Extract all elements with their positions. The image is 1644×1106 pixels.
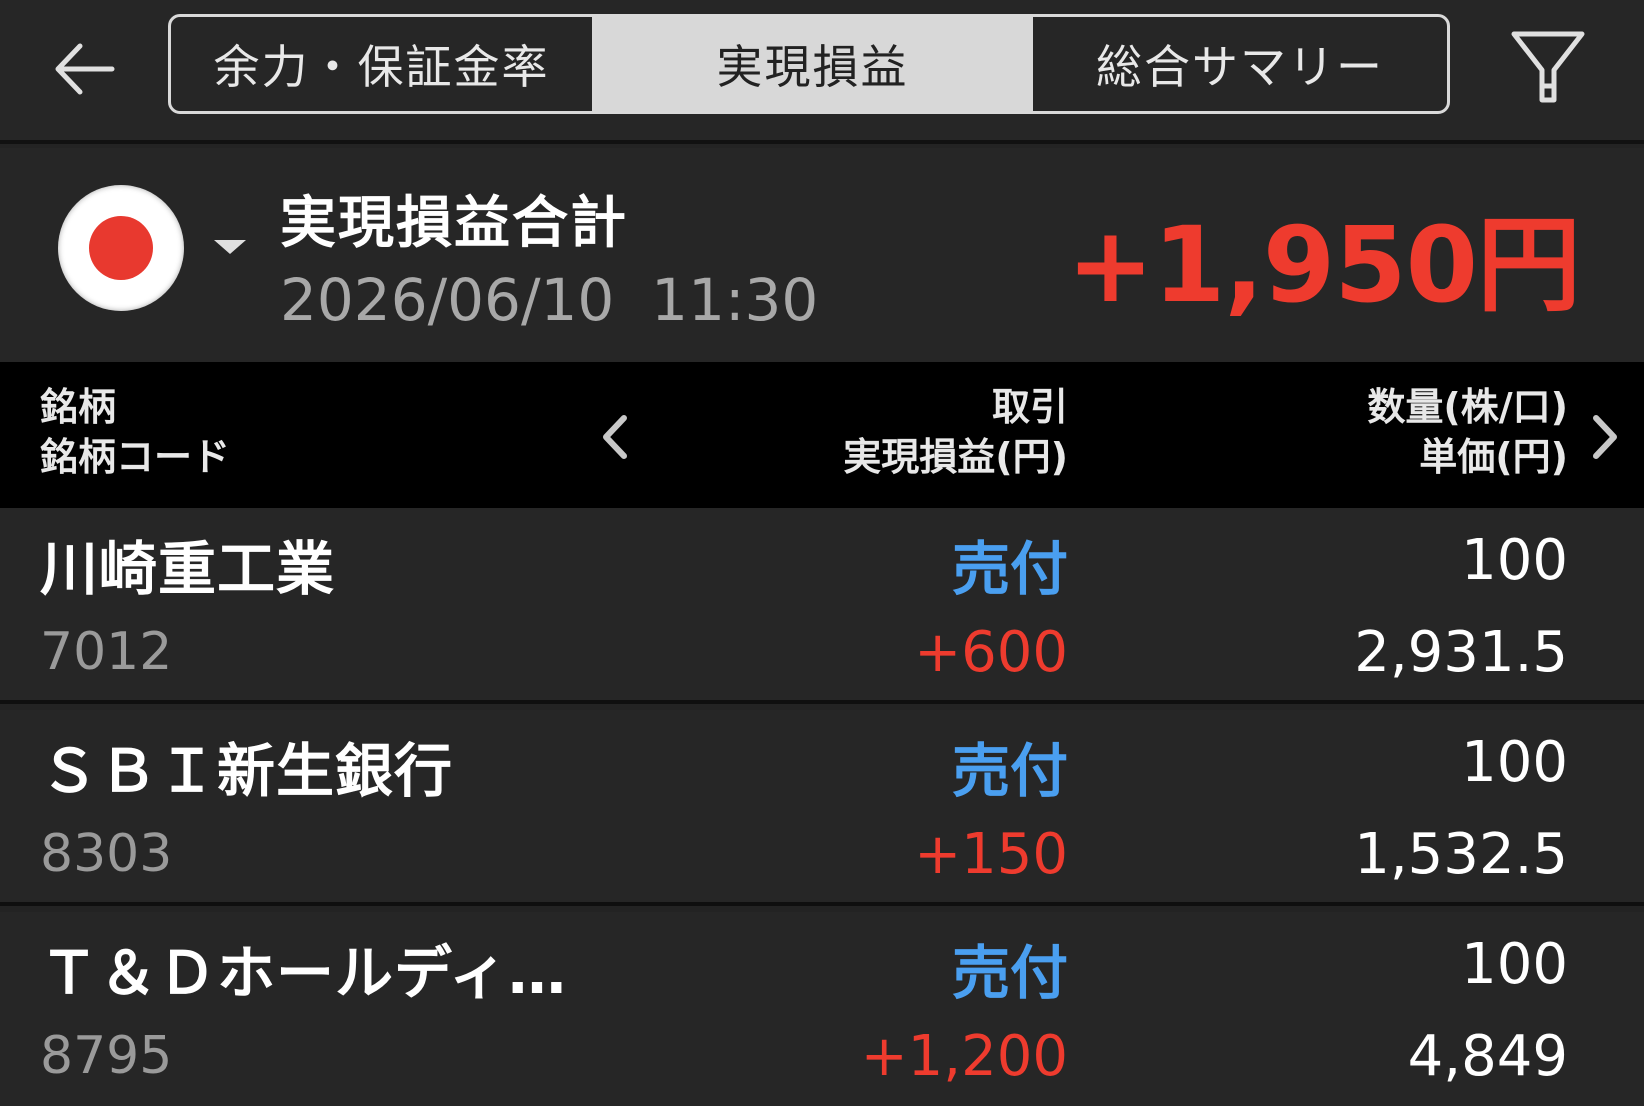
column-header-stock: 銘柄 銘柄コード (40, 382, 230, 482)
summary-total-value: +1,950円 (1066, 204, 1581, 326)
tab-margin-ratio[interactable]: 余力・保証金率 (171, 17, 595, 111)
column-header-quantity: 数量(株/口) 単価(円) (1367, 382, 1568, 482)
japan-flag-icon[interactable] (58, 185, 184, 311)
quantity: 100 (1461, 730, 1568, 795)
trade-type: 売付 (951, 939, 1068, 1007)
table-row[interactable]: 川崎重工業 7012 売付 +600 100 2,931.5 (0, 508, 1644, 704)
header-trade-type: 取引 (991, 385, 1068, 429)
stock-name: 川崎重工業 (40, 535, 336, 603)
chevron-right-icon[interactable] (1588, 412, 1622, 466)
realized-pl: +150 (914, 822, 1068, 887)
realized-pl-summary: 実現損益合計 2026/06/10 11:30 +1,950円 (0, 148, 1644, 362)
header-quantity: 数量(株/口) (1367, 385, 1568, 429)
unit-price: 1,532.5 (1354, 822, 1568, 887)
back-arrow-icon (55, 43, 115, 95)
header-stock-name: 銘柄 (40, 385, 117, 429)
filter-icon (1511, 31, 1585, 103)
trade-type: 売付 (951, 737, 1068, 805)
quantity: 100 (1461, 932, 1568, 997)
realized-pl: +1,200 (860, 1024, 1068, 1089)
top-bar: 余力・保証金率 実現損益 総合サマリー (0, 0, 1644, 144)
table-header: 銘柄 銘柄コード 取引 実現損益(円) 数量(株/口) 単価(円) (0, 362, 1644, 508)
unit-price: 4,849 (1407, 1024, 1568, 1089)
chevron-left-icon[interactable] (598, 412, 632, 466)
market-dropdown-caret-icon[interactable] (214, 240, 246, 254)
quantity: 100 (1461, 528, 1568, 593)
tab-realized-pl[interactable]: 実現損益 (595, 17, 1030, 111)
stock-name: Ｔ＆Ｄホールディ… (40, 939, 567, 1007)
unit-price: 2,931.5 (1354, 620, 1568, 685)
header-unit-price: 単価(円) (1419, 435, 1568, 479)
table-row[interactable]: Ｔ＆Ｄホールディ… 8795 売付 +1,200 100 4,849 (0, 912, 1644, 1106)
stock-code: 8303 (40, 824, 173, 884)
summary-title: 実現損益合計 (280, 191, 628, 256)
filter-button[interactable] (1508, 28, 1588, 108)
summary-datetime: 2026/06/10 11:30 (280, 266, 819, 334)
tab-overall-summary[interactable]: 総合サマリー (1030, 17, 1447, 111)
back-button[interactable] (50, 38, 120, 100)
table-row[interactable]: ＳＢＩ新生銀行 8303 売付 +150 100 1,532.5 (0, 710, 1644, 906)
stock-name: ＳＢＩ新生銀行 (40, 737, 454, 805)
realized-pl: +600 (914, 620, 1068, 685)
segmented-tabs: 余力・保証金率 実現損益 総合サマリー (168, 14, 1450, 114)
header-realized-pl: 実現損益(円) (843, 435, 1068, 479)
stock-code: 8795 (40, 1026, 173, 1086)
header-stock-code: 銘柄コード (40, 435, 231, 479)
trade-type: 売付 (951, 535, 1068, 603)
flag-red-circle (89, 216, 153, 280)
column-header-trade: 取引 実現損益(円) (843, 382, 1068, 482)
stock-code: 7012 (40, 622, 173, 682)
